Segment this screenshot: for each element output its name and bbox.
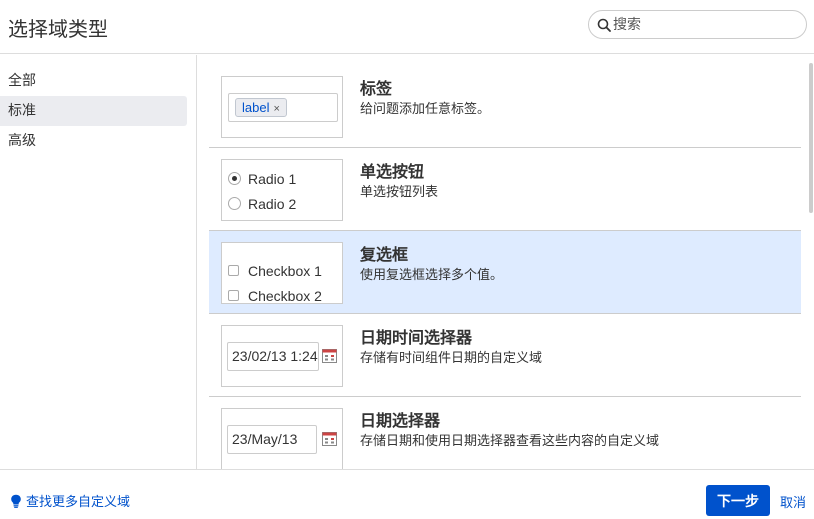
find-more-fields-link[interactable]: 查找更多自定义域 xyxy=(10,491,130,510)
labels-preview: label × xyxy=(221,76,343,138)
search-input[interactable] xyxy=(613,15,798,35)
dialog-footer: 查找更多自定义域 下一步 取消 xyxy=(0,469,814,519)
field-type-title: 单选按钮 xyxy=(360,162,425,181)
search-icon xyxy=(597,18,611,32)
search-box[interactable] xyxy=(588,10,807,39)
scrollbar[interactable] xyxy=(808,55,814,469)
radio-option-label: Radio 1 xyxy=(248,171,297,187)
date-preview-input: 23/May/13 xyxy=(227,425,317,454)
sidebar: 全部 标准 高级 xyxy=(0,55,196,469)
field-type-title: 标签 xyxy=(360,79,393,98)
sidebar-item-standard[interactable]: 标准 xyxy=(0,96,187,126)
field-type-description: 存储有时间组件日期的自定义域 xyxy=(360,351,543,366)
field-type-radio-buttons[interactable]: Radio 1 Radio 2 单选按钮 单选按钮列表 xyxy=(209,148,801,231)
field-type-date-time-picker[interactable]: 23/02/13 1:24 PM 日期时间选择器 存储有时间组件日期的自定义域 xyxy=(209,314,801,397)
date-preview: 23/May/13 xyxy=(221,408,343,469)
date-time-preview-input: 23/02/13 1:24 PM xyxy=(227,342,319,371)
sidebar-item-all[interactable]: 全部 xyxy=(0,66,187,96)
dialog-title: 选择域类型 xyxy=(8,17,108,41)
field-type-title: 复选框 xyxy=(360,245,409,264)
calendar-icon xyxy=(322,349,337,363)
bulb-icon xyxy=(11,494,21,508)
field-type-title: 日期选择器 xyxy=(360,411,441,430)
radio-checked-icon xyxy=(228,172,241,185)
radio-preview: Radio 1 Radio 2 xyxy=(221,159,343,221)
radio-option-label: Radio 2 xyxy=(248,196,297,212)
scrollbar-thumb[interactable] xyxy=(809,63,813,213)
date-time-preview: 23/02/13 1:24 PM xyxy=(221,325,343,387)
checkbox-preview: Checkbox 1 Checkbox 2 xyxy=(221,242,343,304)
field-type-list: label × 标签 给问题添加任意标签。 Radio 1 Radio 2 单选按… xyxy=(196,55,814,469)
checkbox-icon xyxy=(228,265,239,276)
checkbox-option-label: Checkbox 2 xyxy=(248,288,322,304)
next-button[interactable]: 下一步 xyxy=(706,485,770,516)
field-type-description: 使用复选框选择多个值。 xyxy=(360,268,504,283)
dialog-header: 选择域类型 xyxy=(0,0,814,54)
label-chip-text: label xyxy=(242,100,270,115)
labels-preview-input: label × xyxy=(228,93,338,122)
field-type-description: 单选按钮列表 xyxy=(360,185,439,200)
radio-unchecked-icon xyxy=(228,197,241,210)
calendar-icon xyxy=(322,432,337,446)
label-chip: label × xyxy=(235,98,287,117)
field-type-labels[interactable]: label × 标签 给问题添加任意标签。 xyxy=(209,65,801,148)
checkbox-option-label: Checkbox 1 xyxy=(248,263,322,279)
field-type-description: 存储日期和使用日期选择器查看这些内容的自定义域 xyxy=(360,434,660,449)
field-type-title: 日期时间选择器 xyxy=(360,328,473,347)
remove-icon: × xyxy=(273,103,280,115)
field-type-description: 给问题添加任意标签。 xyxy=(360,102,491,117)
checkbox-icon xyxy=(228,290,239,301)
cancel-link[interactable]: 取消 xyxy=(780,492,806,511)
field-type-checkboxes[interactable]: Checkbox 1 Checkbox 2 复选框 使用复选框选择多个值。 xyxy=(209,231,801,314)
find-more-fields-label: 查找更多自定义域 xyxy=(26,495,131,510)
sidebar-item-advanced[interactable]: 高级 xyxy=(0,126,187,156)
field-type-date-picker[interactable]: 23/May/13 日期选择器 存储日期和使用日期选择器查看这些内容的自定义域 xyxy=(209,397,801,469)
